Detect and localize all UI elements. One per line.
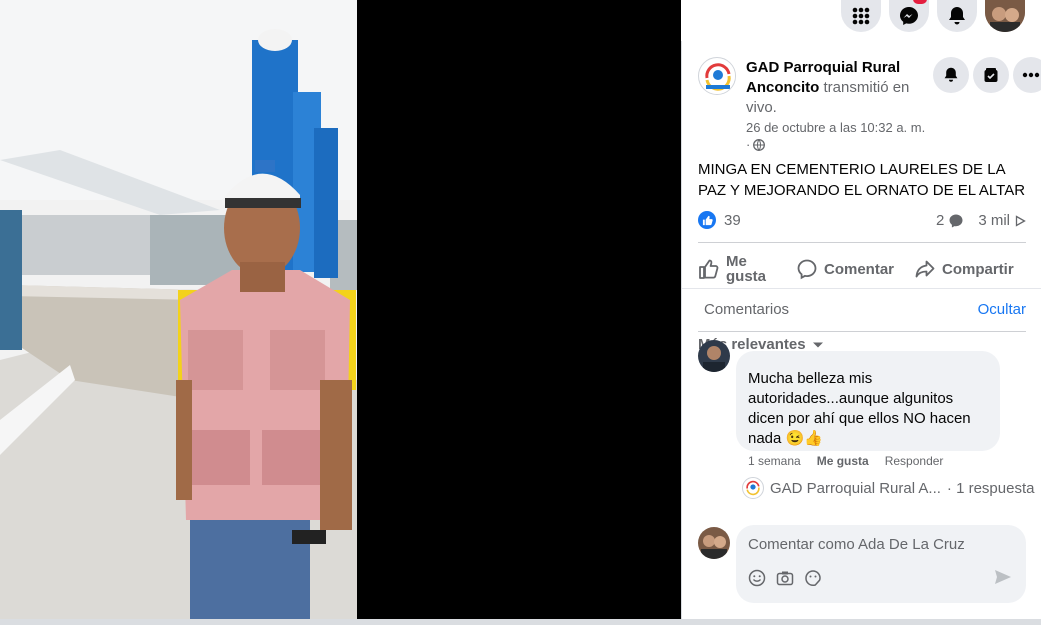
emoji-icon[interactable]	[748, 569, 766, 587]
comment-text: Mucha belleza mis autoridades...aunque a…	[748, 370, 971, 447]
video-frame	[0, 0, 357, 619]
more-icon	[1022, 72, 1040, 78]
post-actions: Me gusta Comentar Compartir	[698, 249, 1028, 289]
menu-grid-button[interactable]	[841, 0, 881, 32]
comments-bottom-divider	[698, 331, 1026, 332]
send-button[interactable]	[994, 569, 1012, 590]
reaction-like-icon[interactable]	[698, 211, 716, 229]
comment-meta: 1 semana Me gusta Responder	[748, 454, 943, 468]
notify-button[interactable]	[933, 57, 969, 93]
hide-comments-link[interactable]: Ocultar	[978, 301, 1026, 318]
post-meta: 26 de octubre a las 10:32 a. m. ·	[746, 119, 925, 153]
composer-placeholder[interactable]: Comentar como Ada De La Cruz	[748, 536, 965, 553]
post-header: GAD Parroquial Rural Anconcito transmiti…	[746, 58, 936, 118]
comment-button[interactable]: Comentar	[796, 249, 894, 289]
send-icon	[995, 570, 1011, 584]
video-frame-illustration	[0, 0, 357, 619]
comments-count[interactable]: 2	[936, 212, 944, 229]
comments-header: Comentarios Ocultar	[682, 288, 1041, 332]
comment-reply-link[interactable]: Responder	[885, 454, 944, 468]
reply-page-avatar	[742, 477, 764, 499]
comments-label: Comentarios	[704, 301, 790, 318]
stats-right: 2 3 mil	[936, 212, 1026, 229]
share-label: Compartir	[942, 260, 1014, 278]
share-button[interactable]: Compartir	[914, 249, 1014, 289]
account-avatar-image	[985, 0, 1025, 32]
comment-count-icon	[949, 214, 963, 227]
saved-icon	[984, 68, 998, 82]
my-avatar[interactable]	[698, 527, 730, 559]
comment-label: Comentar	[824, 260, 895, 278]
post-privacy: ·	[746, 136, 925, 153]
reply-page-logo-icon	[743, 478, 763, 498]
comment-composer[interactable]: Comentar como Ada De La Cruz	[736, 525, 1026, 603]
bell-icon	[949, 7, 965, 25]
thumb-up-icon	[702, 215, 713, 225]
more-options-button[interactable]	[1013, 57, 1041, 93]
play-views-icon	[1015, 214, 1026, 227]
post-panel: GAD Parroquial Rural Anconcito transmiti…	[681, 41, 1041, 619]
notify-bell-icon	[944, 67, 958, 82]
save-button[interactable]	[973, 57, 1009, 93]
comment-time[interactable]: 1 semana	[748, 454, 801, 468]
post-message: MINGA EN CEMENTERIO LAURELES DE LA PAZ Y…	[698, 161, 1026, 199]
chevron-down-icon	[812, 342, 823, 347]
messenger-icon	[900, 7, 918, 25]
post-date[interactable]: 26 de octubre a las 10:32 a. m.	[746, 119, 925, 136]
reply-count: · 1 respuesta	[946, 479, 1035, 497]
commenter-avatar[interactable]	[698, 340, 730, 372]
page-avatar[interactable]	[698, 57, 736, 95]
likes-count[interactable]: 39	[724, 212, 741, 229]
my-avatar-image	[698, 527, 730, 559]
account-avatar[interactable]	[985, 0, 1025, 32]
share-icon	[915, 260, 935, 278]
stage: GAD Parroquial Rural Anconcito transmiti…	[0, 0, 1041, 625]
camera-icon[interactable]	[776, 569, 794, 587]
view-replies-link[interactable]: GAD Parroquial Rural A... · 1 respuesta	[742, 477, 1034, 499]
comment-like-link[interactable]: Me gusta	[817, 454, 869, 468]
menu-grid-icon	[852, 7, 870, 25]
post-stats: 39 2 3 mil	[698, 209, 1026, 231]
sticker-icon[interactable]	[804, 569, 822, 587]
comments-top-divider	[682, 288, 1041, 289]
comment-emojis: 😉👍	[785, 430, 823, 447]
like-button[interactable]: Me gusta	[698, 249, 768, 289]
comment-bubble: Mucha belleza mis autoridades...aunque a…	[736, 351, 1000, 451]
privacy-separator: ·	[746, 137, 751, 152]
reply-author: GAD Parroquial Rural A...	[770, 479, 941, 497]
commenter-avatar-image	[698, 340, 730, 372]
like-icon	[699, 259, 719, 279]
comment-author-clipped	[748, 359, 988, 369]
views-count[interactable]: 3 mil	[978, 212, 1010, 229]
page-logo-icon	[700, 59, 735, 94]
comment-icon	[797, 259, 817, 280]
composer-tools	[748, 569, 822, 587]
stats-divider	[698, 242, 1026, 243]
top-navigation	[681, 0, 1041, 41]
notifications-button[interactable]	[937, 0, 977, 32]
live-video-player[interactable]	[0, 0, 681, 619]
messenger-badge	[913, 0, 927, 4]
like-label: Me gusta	[726, 253, 767, 285]
bottom-scroll-strip	[0, 619, 1041, 625]
messenger-button[interactable]	[889, 0, 929, 32]
globe-icon	[753, 138, 766, 151]
